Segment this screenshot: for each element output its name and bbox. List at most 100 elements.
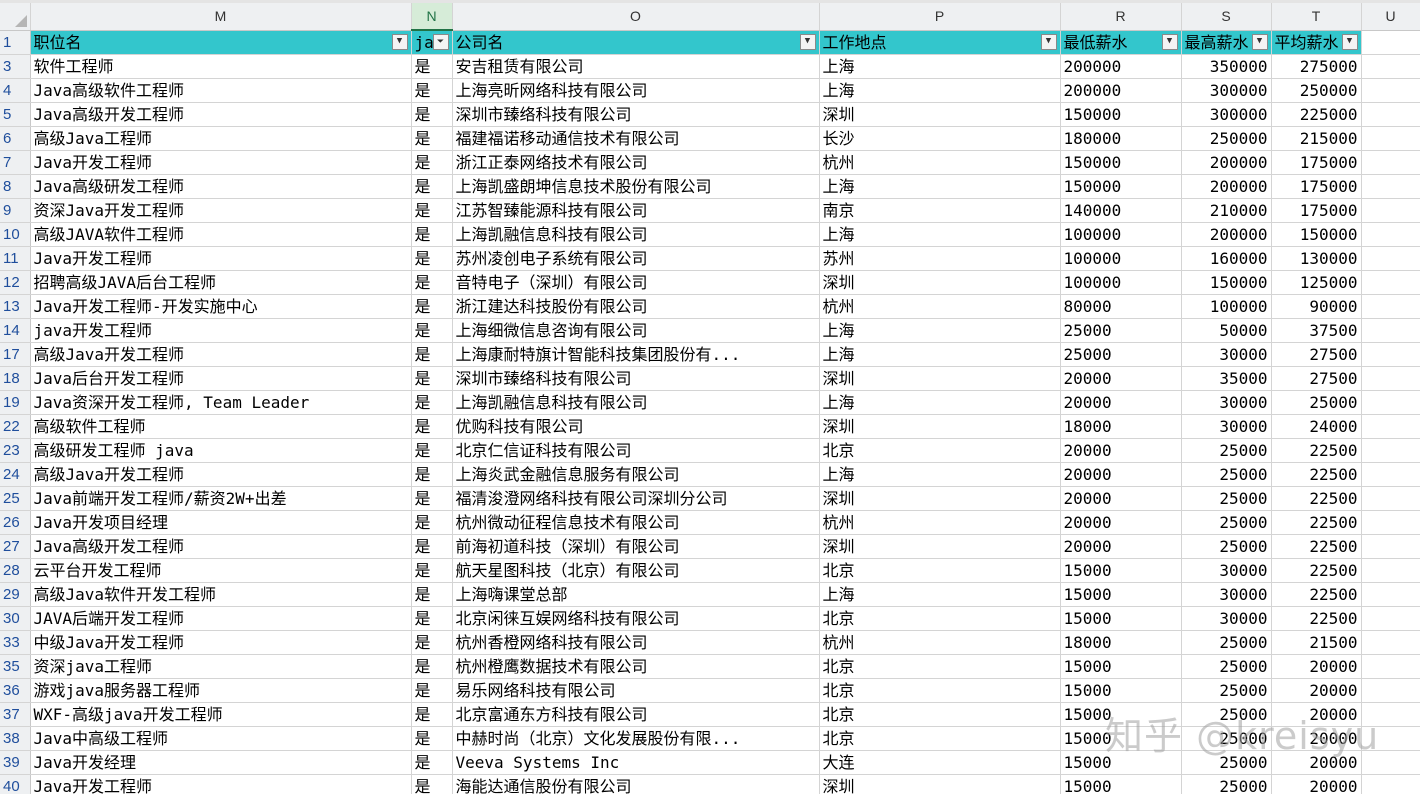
cell-avg-salary[interactable]: 175000 <box>1271 174 1362 199</box>
cell-ja[interactable]: 是 <box>411 630 453 655</box>
cell-work-location[interactable]: 北京 <box>819 558 1061 583</box>
cell-max-salary[interactable]: 25000 <box>1181 438 1272 463</box>
cell-company-name[interactable]: 上海凯融信息科技有限公司 <box>452 390 820 415</box>
row-number[interactable]: 11 <box>0 246 31 271</box>
cell-ja[interactable]: 是 <box>411 486 453 511</box>
cell-max-salary[interactable]: 25000 <box>1181 750 1272 775</box>
cell-max-salary[interactable]: 25000 <box>1181 510 1272 535</box>
cell-max-salary[interactable]: 25000 <box>1181 462 1272 487</box>
row-number[interactable]: 30 <box>0 606 31 631</box>
cell-max-salary[interactable]: 35000 <box>1181 366 1272 391</box>
cell-avg-salary[interactable]: 20000 <box>1271 774 1362 794</box>
column-header-t[interactable]: T <box>1271 3 1362 31</box>
cell-ja[interactable]: 是 <box>411 414 453 439</box>
header-ja[interactable]: ja ⏷ <box>411 30 453 55</box>
column-header-r[interactable]: R <box>1060 3 1182 31</box>
row-number[interactable]: 3 <box>0 54 31 79</box>
cell-company-name[interactable]: 优购科技有限公司 <box>452 414 820 439</box>
cell-position-name[interactable]: Java开发工程师 <box>30 246 412 271</box>
empty-cell[interactable] <box>1361 30 1420 55</box>
cell-max-salary[interactable]: 200000 <box>1181 222 1272 247</box>
cell-position-name[interactable]: Java中高级工程师 <box>30 726 412 751</box>
cell-max-salary[interactable]: 25000 <box>1181 630 1272 655</box>
cell-work-location[interactable]: 北京 <box>819 654 1061 679</box>
cell-position-name[interactable]: 高级JAVA软件工程师 <box>30 222 412 247</box>
cell-work-location[interactable]: 上海 <box>819 222 1061 247</box>
column-header-s[interactable]: S <box>1181 3 1272 31</box>
cell-max-salary[interactable]: 25000 <box>1181 654 1272 679</box>
empty-cell[interactable] <box>1361 726 1420 751</box>
cell-max-salary[interactable]: 50000 <box>1181 318 1272 343</box>
cell-company-name[interactable]: 上海凯盛朗坤信息技术股份有限公司 <box>452 174 820 199</box>
cell-avg-salary[interactable]: 37500 <box>1271 318 1362 343</box>
cell-min-salary[interactable]: 20000 <box>1060 462 1182 487</box>
cell-company-name[interactable]: 上海康耐特旗计智能科技集团股份有... <box>452 342 820 367</box>
cell-min-salary[interactable]: 15000 <box>1060 702 1182 727</box>
cell-min-salary[interactable]: 180000 <box>1060 126 1182 151</box>
empty-cell[interactable] <box>1361 678 1420 703</box>
empty-cell[interactable] <box>1361 150 1420 175</box>
cell-avg-salary[interactable]: 20000 <box>1271 726 1362 751</box>
cell-work-location[interactable]: 杭州 <box>819 510 1061 535</box>
cell-work-location[interactable]: 南京 <box>819 198 1061 223</box>
cell-min-salary[interactable]: 15000 <box>1060 774 1182 794</box>
cell-work-location[interactable]: 深圳 <box>819 414 1061 439</box>
cell-position-name[interactable]: 高级Java开发工程师 <box>30 462 412 487</box>
cell-company-name[interactable]: 深圳市臻络科技有限公司 <box>452 102 820 127</box>
row-number[interactable]: 26 <box>0 510 31 535</box>
cell-company-name[interactable]: 苏州凌创电子系统有限公司 <box>452 246 820 271</box>
cell-avg-salary[interactable]: 25000 <box>1271 390 1362 415</box>
cell-company-name[interactable]: 浙江正泰网络技术有限公司 <box>452 150 820 175</box>
empty-cell[interactable] <box>1361 78 1420 103</box>
cell-work-location[interactable]: 长沙 <box>819 126 1061 151</box>
row-number[interactable]: 4 <box>0 78 31 103</box>
cell-min-salary[interactable]: 100000 <box>1060 270 1182 295</box>
cell-company-name[interactable]: 航天星图科技（北京）有限公司 <box>452 558 820 583</box>
cell-ja[interactable]: 是 <box>411 606 453 631</box>
cell-company-name[interactable]: 上海凯融信息科技有限公司 <box>452 222 820 247</box>
cell-min-salary[interactable]: 20000 <box>1060 390 1182 415</box>
cell-min-salary[interactable]: 100000 <box>1060 222 1182 247</box>
row-number[interactable]: 35 <box>0 654 31 679</box>
row-number[interactable]: 40 <box>0 774 31 794</box>
cell-work-location[interactable]: 深圳 <box>819 486 1061 511</box>
empty-cell[interactable] <box>1361 198 1420 223</box>
header-avg-salary[interactable]: 平均薪水 ▼ <box>1271 30 1362 55</box>
cell-ja[interactable]: 是 <box>411 270 453 295</box>
cell-position-name[interactable]: Java高级开发工程师 <box>30 102 412 127</box>
cell-max-salary[interactable]: 300000 <box>1181 102 1272 127</box>
row-number[interactable]: 5 <box>0 102 31 127</box>
empty-cell[interactable] <box>1361 390 1420 415</box>
filter-dropdown-icon[interactable]: ▼ <box>1251 33 1268 50</box>
empty-cell[interactable] <box>1361 534 1420 559</box>
cell-ja[interactable]: 是 <box>411 198 453 223</box>
row-number[interactable]: 7 <box>0 150 31 175</box>
cell-avg-salary[interactable]: 125000 <box>1271 270 1362 295</box>
cell-ja[interactable]: 是 <box>411 654 453 679</box>
cell-max-salary[interactable]: 25000 <box>1181 534 1272 559</box>
cell-min-salary[interactable]: 200000 <box>1060 54 1182 79</box>
cell-max-salary[interactable]: 250000 <box>1181 126 1272 151</box>
cell-max-salary[interactable]: 25000 <box>1181 486 1272 511</box>
cell-work-location[interactable]: 大连 <box>819 750 1061 775</box>
cell-avg-salary[interactable]: 20000 <box>1271 702 1362 727</box>
cell-company-name[interactable]: 杭州香橙网络科技有限公司 <box>452 630 820 655</box>
cell-company-name[interactable]: 深圳市臻络科技有限公司 <box>452 366 820 391</box>
cell-ja[interactable]: 是 <box>411 174 453 199</box>
column-header-p[interactable]: P <box>819 3 1061 31</box>
cell-work-location[interactable]: 深圳 <box>819 102 1061 127</box>
cell-min-salary[interactable]: 200000 <box>1060 78 1182 103</box>
cell-max-salary[interactable]: 100000 <box>1181 294 1272 319</box>
cell-min-salary[interactable]: 15000 <box>1060 726 1182 751</box>
empty-cell[interactable] <box>1361 246 1420 271</box>
cell-work-location[interactable]: 杭州 <box>819 294 1061 319</box>
cell-ja[interactable]: 是 <box>411 390 453 415</box>
cell-company-name[interactable]: 杭州微动征程信息技术有限公司 <box>452 510 820 535</box>
cell-min-salary[interactable]: 140000 <box>1060 198 1182 223</box>
cell-avg-salary[interactable]: 22500 <box>1271 582 1362 607</box>
cell-position-name[interactable]: java开发工程师 <box>30 318 412 343</box>
cell-avg-salary[interactable]: 150000 <box>1271 222 1362 247</box>
cell-position-name[interactable]: 高级Java开发工程师 <box>30 342 412 367</box>
cell-max-salary[interactable]: 30000 <box>1181 414 1272 439</box>
row-number[interactable]: 12 <box>0 270 31 295</box>
